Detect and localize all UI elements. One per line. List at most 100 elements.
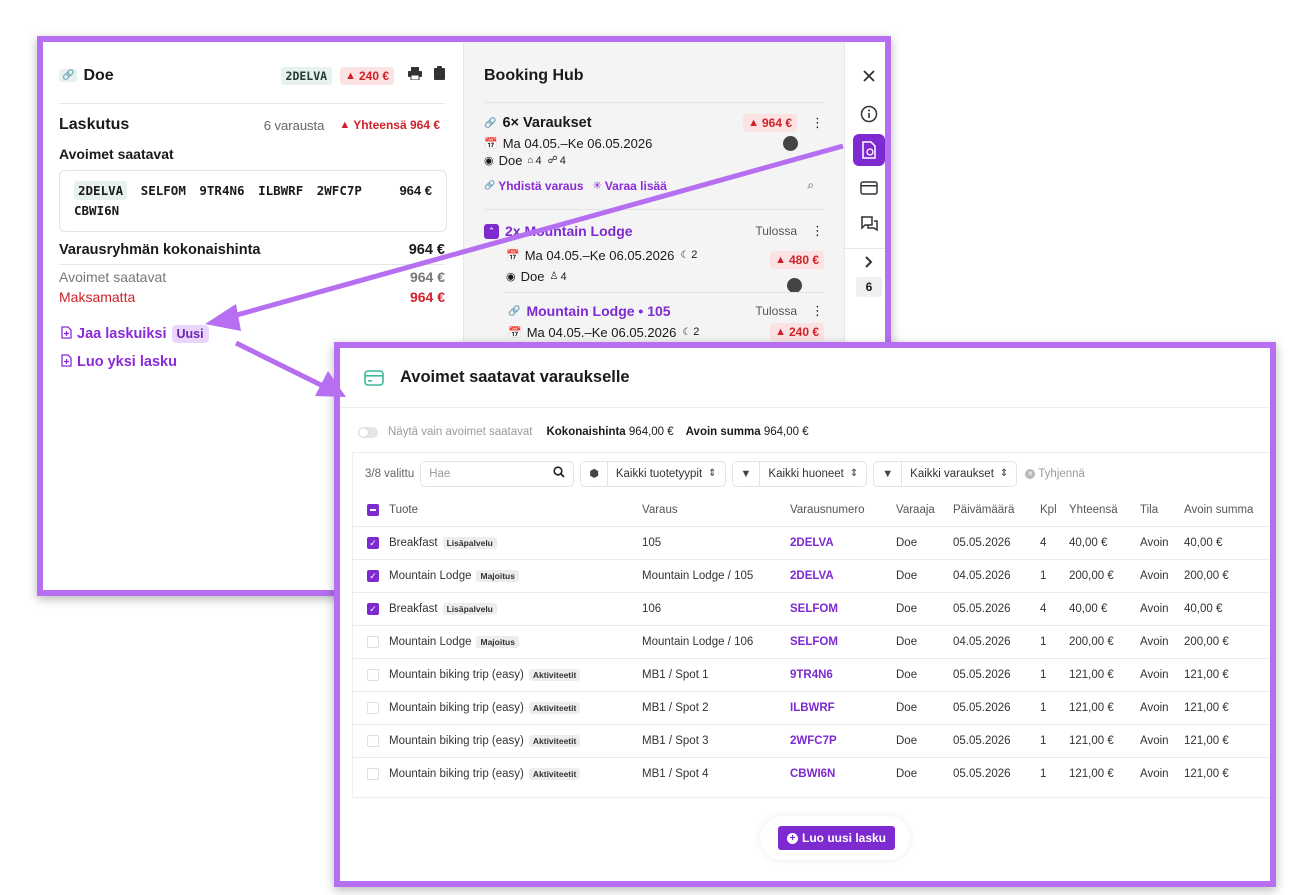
cell-qty: 1	[1040, 669, 1047, 681]
table-row[interactable]: Mountain Lodge Majoitus Mountain Lodge / 1…	[353, 625, 1270, 658]
sparkle-icon: ✳	[592, 180, 602, 192]
booking-code[interactable]: 9TR4N6	[199, 183, 244, 198]
chevron-right-icon[interactable]	[853, 252, 885, 272]
column-header[interactable]: Päivämäärä	[953, 494, 1014, 526]
row-checkbox[interactable]	[367, 626, 379, 658]
funnel-icon: ▼	[740, 467, 752, 480]
table-row[interactable]: Mountain biking trip (easy) Aktiviteetit M…	[353, 691, 1270, 724]
table-row[interactable]: Mountain biking trip (easy) Aktiviteetit M…	[353, 658, 1270, 691]
row-checkbox[interactable]	[367, 659, 379, 691]
divider	[484, 209, 824, 210]
column-header[interactable]: Yhteensä	[1069, 494, 1118, 526]
divider	[504, 292, 824, 293]
hub-title-row: Booking Hub	[484, 67, 584, 84]
cell-booking: 105	[642, 537, 662, 549]
room-filter[interactable]: ▼ Kaikki huoneet ⇕	[731, 460, 868, 487]
cell-code[interactable]: ILBWRF	[790, 692, 835, 724]
divider	[759, 460, 761, 487]
search-icon[interactable]: ⌕	[807, 178, 814, 193]
column-header[interactable]: Varaus	[642, 494, 678, 526]
user-circle-icon: ◉	[484, 155, 494, 167]
cell-open: 40,00 €	[1184, 603, 1223, 615]
cell-qty: 4	[1040, 603, 1047, 615]
cell-qty: 1	[1040, 702, 1047, 714]
cell-product: Mountain biking trip (easy) Aktiviteetit	[389, 659, 581, 691]
user-avatar-icon[interactable]	[787, 278, 802, 293]
row-checkbox[interactable]: ✓	[367, 593, 379, 625]
info-icon[interactable]	[853, 98, 885, 130]
booking-filter[interactable]: ▼ Kaikki varaukset ⇕	[873, 460, 1018, 487]
more-vertical-icon[interactable]: ⋮	[811, 223, 824, 239]
collapsed-count[interactable]: 6	[856, 277, 882, 297]
chevron-up-icon[interactable]: ⌃	[484, 223, 499, 239]
open-only-toggle[interactable]	[358, 426, 378, 438]
cell-guest: Doe	[896, 603, 918, 615]
cell-code[interactable]: SELFOM	[790, 593, 838, 625]
group-guest-row: ◉ Doe ⌂ 4 ☍ 4	[484, 153, 566, 168]
column-header[interactable]: Kpl	[1040, 494, 1057, 526]
cell-total: 40,00 €	[1069, 603, 1108, 615]
divider	[845, 248, 885, 249]
warning-icon: ▲	[748, 117, 759, 129]
product-type-filter[interactable]: ⬢ Kaikki tuotetyypit ⇕	[580, 460, 726, 487]
column-header[interactable]: Tuote	[389, 494, 418, 526]
table-row[interactable]: ✓ Breakfast Lisäpalvelu 106 SELFOM Doe 05.05.2…	[353, 592, 1270, 625]
split-invoice-link[interactable]: Jaa laskuiksi Uusi	[61, 325, 461, 343]
cell-code[interactable]: SELFOM	[790, 626, 838, 658]
booking-code[interactable]: SELFOM	[141, 183, 186, 198]
cell-booking: 106	[642, 603, 662, 615]
row-checkbox[interactable]	[367, 692, 379, 724]
cell-guest: Doe	[896, 537, 918, 549]
print-icon[interactable]	[408, 66, 422, 85]
clear-filters-button[interactable]: ✕ Tyhjennä	[1025, 468, 1085, 480]
cell-total: 121,00 €	[1069, 669, 1114, 681]
row-checkbox[interactable]	[367, 725, 379, 757]
group-total-row: Varausryhmän kokonaishinta 964 €	[59, 242, 445, 258]
clipboard-icon[interactable]	[434, 66, 445, 85]
category-badge: Aktiviteetit	[528, 768, 581, 780]
calendar-icon: 📅	[484, 138, 498, 150]
search-icon	[553, 466, 565, 481]
create-invoice-button[interactable]: + Luo uusi lasku	[778, 826, 896, 850]
chat-icon[interactable]	[853, 208, 885, 240]
row-checkbox[interactable]: ✓	[367, 527, 379, 559]
row-checkbox[interactable]: ✓	[367, 560, 379, 592]
more-vertical-icon[interactable]: ⋮	[811, 303, 824, 319]
cell-date: 05.05.2026	[953, 537, 1011, 549]
column-header[interactable]: Varausnumero	[790, 494, 865, 526]
booking-code-badge[interactable]: 2DELVA	[280, 66, 333, 85]
link-icon: 🔗	[484, 117, 497, 129]
cell-qty: 4	[1040, 537, 1047, 549]
column-header[interactable]: Varaaja	[896, 494, 935, 526]
more-vertical-icon[interactable]: ⋮	[811, 115, 824, 131]
close-icon[interactable]	[853, 60, 885, 92]
cell-code[interactable]: 2WFC7P	[790, 725, 837, 757]
table-row[interactable]: ✓ Breakfast Lisäpalvelu 105 2DELVA Doe 05.05.2…	[353, 526, 1270, 559]
booking-code[interactable]: 2WFC7P	[317, 183, 362, 198]
document-plus-icon	[61, 354, 72, 370]
booking-code[interactable]: CBWI6N	[74, 203, 119, 218]
booking-code[interactable]: 2DELVA	[74, 181, 128, 200]
cell-status: Avoin	[1140, 603, 1169, 615]
cell-total: 200,00 €	[1069, 570, 1114, 582]
cell-code[interactable]: 2DELVA	[790, 527, 834, 559]
credit-card-icon[interactable]	[853, 172, 885, 204]
cell-status: Avoin	[1140, 735, 1169, 747]
cell-code[interactable]: 2DELVA	[790, 560, 834, 592]
category-badge: Aktiviteetit	[528, 702, 581, 714]
cell-open: 200,00 €	[1184, 636, 1229, 648]
select-all-checkbox[interactable]	[367, 494, 379, 526]
open-sum: Avoin summa 964,00 €	[685, 426, 809, 438]
invoice-icon[interactable]	[853, 134, 885, 166]
table-row[interactable]: ✓ Mountain Lodge Majoitus Mountain Lodge / …	[353, 559, 1270, 592]
table-row[interactable]: Mountain biking trip (easy) Aktiviteetit M…	[353, 724, 1270, 757]
column-header[interactable]: Avoin summa	[1184, 494, 1253, 526]
user-avatar-icon[interactable]	[783, 136, 798, 151]
unpaid-row: Maksamatta 964 €	[59, 289, 445, 305]
booking-code[interactable]: ILBWRF	[258, 183, 303, 198]
search-input[interactable]: Hae	[420, 460, 575, 487]
group-actions-row: 🔗 Yhdistä varaus ✳ Varaa lisää ⌕	[484, 178, 814, 193]
cell-code[interactable]: 9TR4N6	[790, 659, 833, 691]
cell-guest: Doe	[896, 735, 918, 747]
column-header[interactable]: Tila	[1140, 494, 1158, 526]
